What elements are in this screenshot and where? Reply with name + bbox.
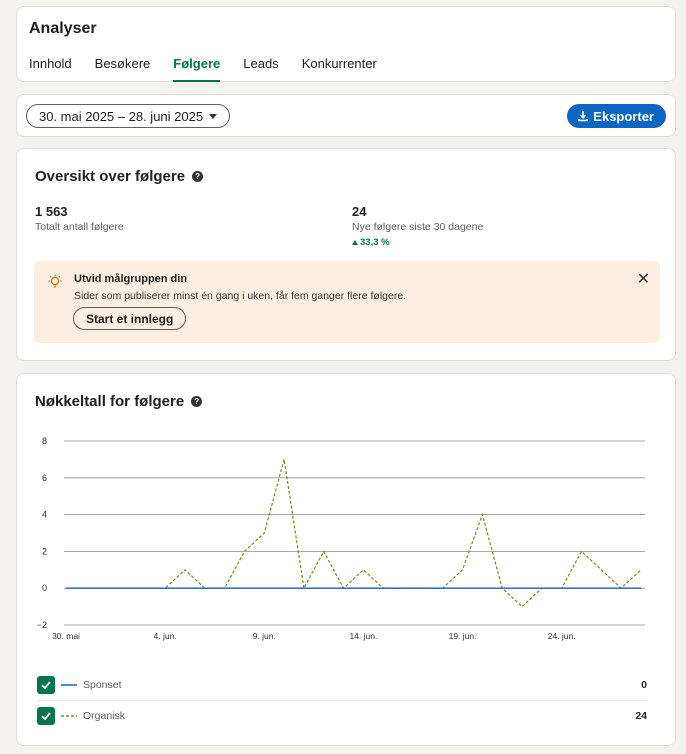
start-post-button[interactable]: Start et innlegg xyxy=(73,307,187,330)
banner-text: Sider som publiserer minst én gang i uke… xyxy=(74,290,407,302)
tab-content[interactable]: Innhold xyxy=(29,53,72,82)
tip-banner: Utvid målgruppen din Sider som publisere… xyxy=(34,261,660,343)
export-button[interactable]: Eksporter xyxy=(567,104,666,128)
x-tick-label: 9. jun. xyxy=(253,631,276,641)
metrics-title: Nøkkeltall for følgere xyxy=(35,393,185,410)
legend-item-sponsored: Sponset 0 xyxy=(37,671,647,699)
tab-competitors[interactable]: Konkurrenter xyxy=(302,53,377,82)
overview-title: Oversikt over følgere xyxy=(35,168,186,185)
close-icon[interactable]: ✕ xyxy=(637,269,650,289)
x-tick-label: 30. mai xyxy=(52,631,80,641)
page-title: Analyser xyxy=(29,20,97,37)
export-label: Eksporter xyxy=(593,108,654,124)
sponsored-checkbox[interactable] xyxy=(37,676,55,694)
tab-bar: Innhold Besøkere Følgere Leads Konkurren… xyxy=(29,53,400,82)
overview-heading: Oversikt over følgere ? xyxy=(35,168,204,185)
y-tick-label: 8 xyxy=(42,436,47,446)
banner-title: Utvid målgruppen din xyxy=(74,273,188,285)
y-tick-label: −2 xyxy=(37,620,47,630)
legend-item-organic: Organisk 24 xyxy=(37,702,647,730)
new-followers-value: 24 xyxy=(352,204,367,219)
organic-series-line xyxy=(66,459,642,608)
x-tick-label: 19. jun. xyxy=(449,631,477,641)
y-tick-label: 0 xyxy=(42,583,47,593)
sponsored-line-swatch xyxy=(61,684,77,686)
organic-label: Organisk xyxy=(83,710,126,722)
x-tick-label: 24. jun. xyxy=(548,631,576,641)
checkmark-icon xyxy=(41,681,51,690)
new-followers-label: Nye følgere siste 30 dagene xyxy=(352,221,484,233)
follower-metrics-card: Nøkkeltall for følgere ? −2 0 2 4 6 8 30. mai 4… xyxy=(16,373,676,746)
y-tick-label: 2 xyxy=(42,546,47,556)
tab-leads[interactable]: Leads xyxy=(243,53,278,82)
x-tick-label: 4. jun. xyxy=(154,631,177,641)
metrics-heading: Nøkkeltall for følgere ? xyxy=(35,393,203,410)
date-range-label: 30. mai 2025 – 28. juni 2025 xyxy=(39,108,204,124)
trend-badge: 33,3 % xyxy=(352,237,390,248)
x-tick-label: 14. jun. xyxy=(349,631,377,641)
followers-line-chart: −2 0 2 4 6 8 30. mai 4. jun. 9. jun. 14. jun. 19. … xyxy=(37,436,645,641)
legend-divider xyxy=(37,700,647,701)
trend-value: 33,3 % xyxy=(360,237,390,248)
organic-total: 24 xyxy=(635,710,647,722)
download-icon xyxy=(578,111,589,122)
help-icon[interactable]: ? xyxy=(192,171,204,182)
trend-up-icon xyxy=(352,240,358,245)
analytics-header-card: Analyser Innhold Besøkere Følgere Leads … xyxy=(16,6,676,82)
toolbar-card: 30. mai 2025 – 28. juni 2025 Eksporter xyxy=(16,94,676,137)
checkmark-icon xyxy=(41,712,51,721)
total-followers-value: 1 563 xyxy=(35,204,68,219)
tab-followers[interactable]: Følgere xyxy=(173,53,221,82)
caret-down-icon xyxy=(209,113,218,119)
sponsored-label: Sponset xyxy=(83,679,122,691)
sponsored-total: 0 xyxy=(641,679,647,691)
total-followers-label: Totalt antall følgere xyxy=(35,221,124,233)
y-tick-label: 6 xyxy=(42,473,47,483)
lightbulb-icon xyxy=(48,274,62,288)
tab-visitors[interactable]: Besøkere xyxy=(95,53,151,82)
organic-checkbox[interactable] xyxy=(37,707,55,725)
y-tick-label: 4 xyxy=(42,510,47,520)
date-range-dropdown[interactable]: 30. mai 2025 – 28. juni 2025 xyxy=(26,104,231,128)
follower-overview-card: Oversikt over følgere ? 1 563 Totalt ant… xyxy=(16,148,676,361)
organic-line-swatch xyxy=(61,715,77,717)
help-icon[interactable]: ? xyxy=(191,396,203,407)
